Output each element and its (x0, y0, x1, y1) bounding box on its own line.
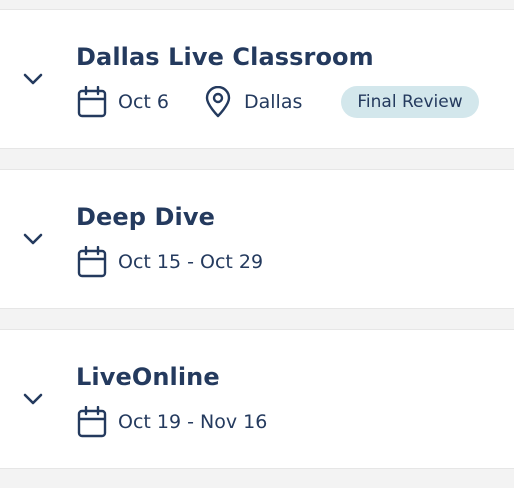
calendar-icon (77, 406, 107, 438)
course-card[interactable]: Dallas Live Classroom Oct 6 Dallas Final… (0, 9, 514, 149)
course-location: Dallas (243, 91, 303, 113)
status-badge: Final Review (341, 86, 479, 118)
chevron-down-icon[interactable] (22, 232, 44, 246)
course-card[interactable]: LiveOnline Oct 19 - Nov 16 (0, 329, 514, 469)
map-pin-icon (203, 86, 233, 118)
course-card[interactable]: Deep Dive Oct 15 - Oct 29 (0, 169, 514, 309)
course-date: Oct 19 - Nov 16 (118, 411, 268, 433)
chevron-down-icon[interactable] (22, 392, 44, 406)
course-title: Dallas Live Classroom (76, 43, 374, 71)
calendar-icon (77, 246, 107, 278)
course-meta: Oct 6 Dallas Final Review (77, 86, 479, 118)
course-date: Oct 6 (118, 91, 169, 113)
course-title: LiveOnline (76, 363, 220, 391)
chevron-down-icon[interactable] (22, 72, 44, 86)
course-date: Oct 15 - Oct 29 (118, 251, 264, 273)
course-title: Deep Dive (76, 203, 215, 231)
course-meta: Oct 19 - Nov 16 (77, 406, 267, 438)
course-meta: Oct 15 - Oct 29 (77, 246, 263, 278)
calendar-icon (77, 86, 107, 118)
